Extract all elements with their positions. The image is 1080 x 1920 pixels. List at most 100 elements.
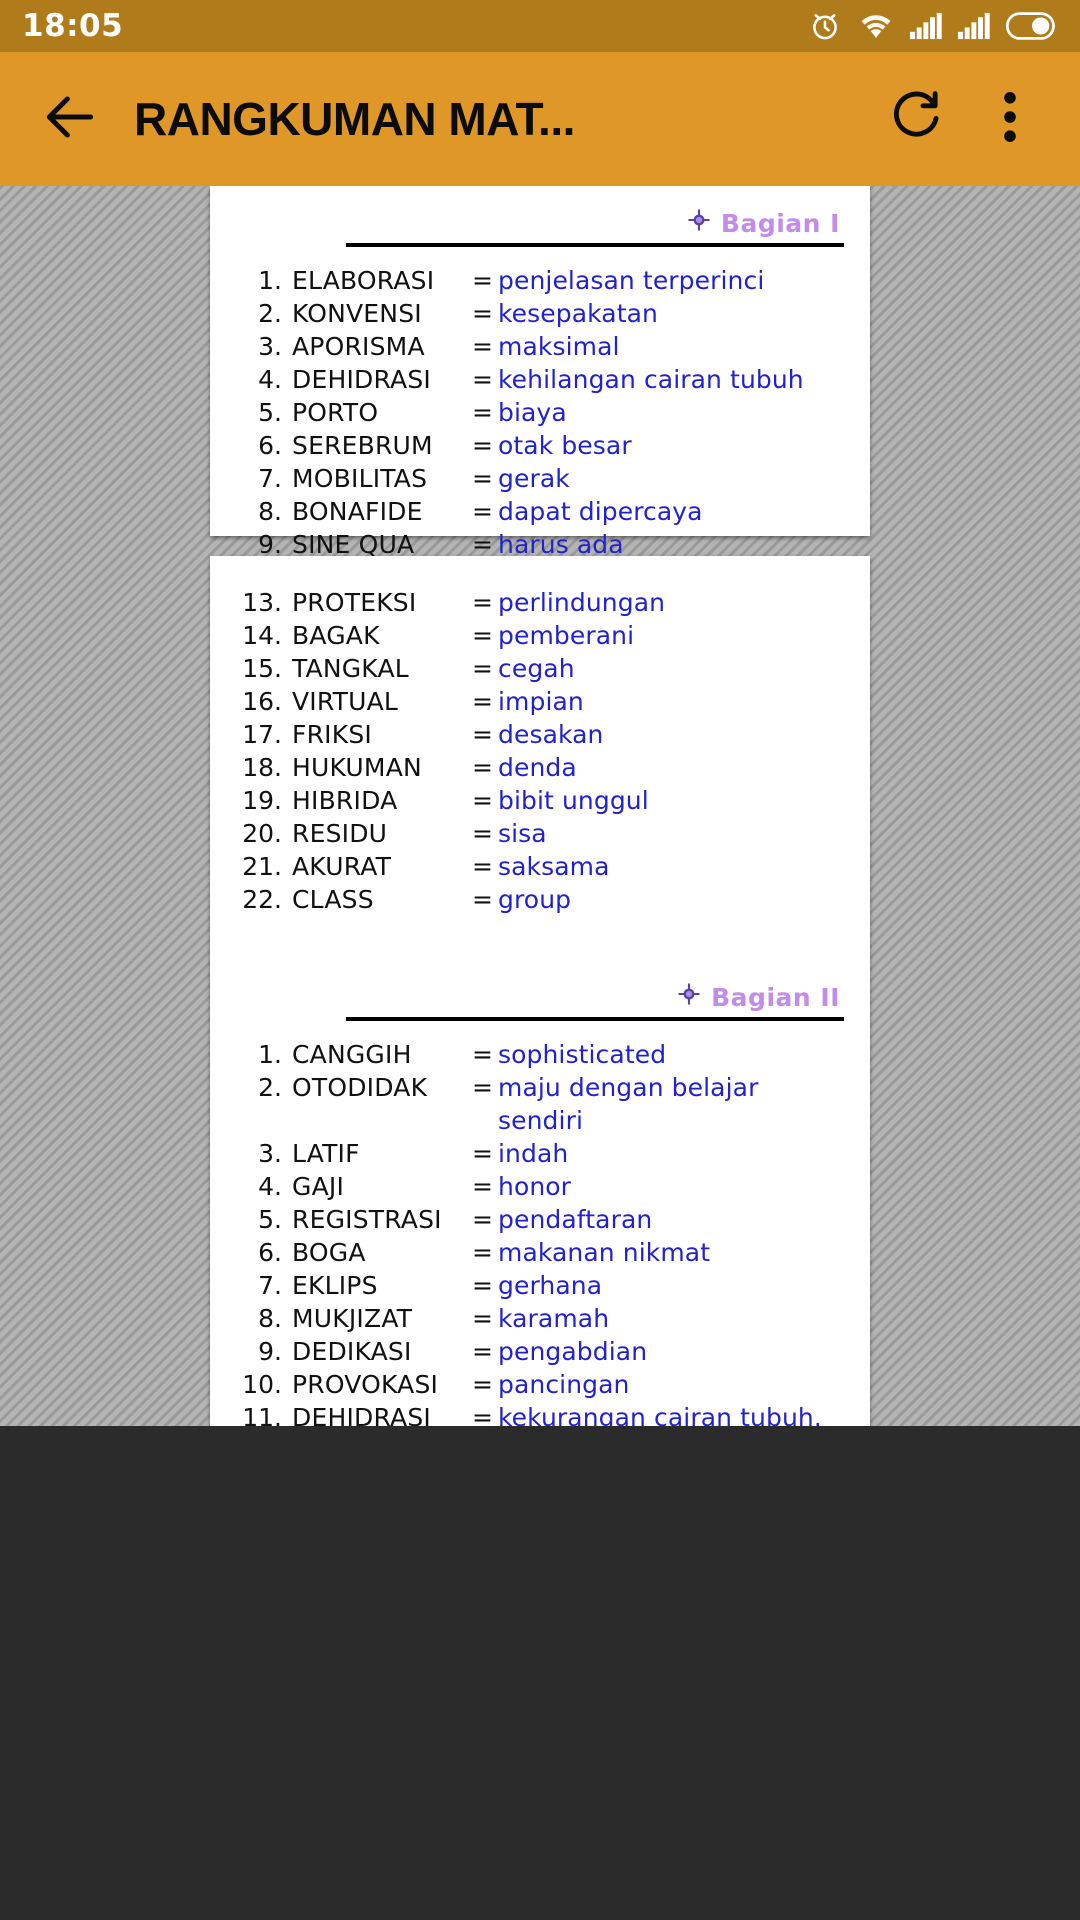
row-equals: = (472, 654, 493, 683)
table-row: 5. REGISTRASI = pendaftaran (236, 1203, 844, 1236)
row-number: 20. (242, 819, 282, 848)
row-term: DEDIKASI (292, 1337, 412, 1366)
refresh-icon (888, 89, 944, 149)
row-equals: = (472, 1238, 493, 1267)
table-row: 21. AKURAT = saksama (236, 850, 844, 883)
row-term: LATIF (292, 1139, 360, 1168)
row-equals: = (472, 1304, 493, 1333)
table-row: 4. GAJI = honor (236, 1170, 844, 1203)
slide-page: 13. PROTEKSI = perlindungan 14. BAGAK = … (210, 556, 870, 1426)
row-definition: sisa (498, 819, 547, 848)
row-equals: = (472, 1172, 493, 1201)
table-row: 20. RESIDU = sisa (236, 817, 844, 850)
row-number: 6. (258, 431, 282, 460)
app-bar-actions (874, 77, 1052, 161)
row-definition: pengabdian (498, 1337, 648, 1366)
section-rule (346, 243, 844, 247)
table-row: 8. MUKJIZAT = karamah (236, 1302, 844, 1335)
row-term: OTODIDAK (292, 1073, 428, 1102)
row-definition: desakan (498, 720, 604, 749)
table-row: 3. APORISMA = maksimal (236, 330, 844, 363)
row-term: PORTO (292, 398, 379, 427)
battery-icon (1006, 12, 1058, 40)
table-row: 19. HIBRIDA = bibit unggul (236, 784, 844, 817)
back-button[interactable] (28, 77, 112, 161)
document-viewer[interactable]: Bagian I 1. ELABORASI = penjelasan terpe… (0, 186, 1080, 1426)
target-bullet-icon (677, 982, 701, 1012)
row-definition: kekurangan cairan tubuh. (498, 1403, 822, 1426)
table-row: 18. HUKUMAN = denda (236, 751, 844, 784)
row-number: 18. (242, 753, 282, 782)
row-definition: otak besar (498, 431, 632, 460)
row-definition: sophisticated (498, 1040, 667, 1069)
table-row: 13. PROTEKSI = perlindungan (236, 586, 844, 619)
row-equals: = (472, 687, 493, 716)
row-number: 9. (258, 1337, 282, 1366)
row-term: MOBILITAS (292, 464, 428, 493)
refresh-button[interactable] (874, 77, 958, 161)
row-definition: biaya (498, 398, 567, 427)
row-equals: = (472, 720, 493, 749)
row-equals: = (472, 621, 493, 650)
row-equals: = (472, 588, 493, 617)
row-definition: pemberani (498, 621, 635, 650)
overflow-menu-button[interactable] (968, 77, 1052, 161)
table-row: 4. DEHIDRASI = kehilangan cairan tubuh (236, 363, 844, 396)
table-row: 17. FRIKSI = desakan (236, 718, 844, 751)
row-number: 7. (258, 1271, 282, 1300)
table-row: 8. BONAFIDE = dapat dipercaya (236, 495, 844, 528)
row-equals: = (472, 852, 493, 881)
page-title: RANGKUMAN MAT... (134, 93, 575, 145)
table-row: 9. DEDIKASI = pengabdian (236, 1335, 844, 1368)
row-term: GAJI (292, 1172, 345, 1201)
row-number: 15. (242, 654, 282, 683)
row-definition: pendaftaran (498, 1205, 653, 1234)
row-equals: = (472, 497, 493, 526)
row-term: BAGAK (292, 621, 380, 650)
row-equals: = (472, 332, 493, 361)
bottom-area (0, 1426, 1080, 1920)
row-definition: honor (498, 1172, 572, 1201)
row-number: 22. (242, 885, 282, 914)
row-term: AKURAT (292, 852, 392, 881)
row-number: 19. (242, 786, 282, 815)
row-definition: indah (498, 1139, 569, 1168)
row-equals: = (472, 464, 493, 493)
row-term: CLASS (292, 885, 374, 914)
row-equals: = (472, 1073, 493, 1102)
row-equals: = (472, 398, 493, 427)
row-definition: maksimal (498, 332, 620, 361)
row-number: 21. (242, 852, 282, 881)
row-equals: = (472, 365, 493, 394)
wifi-icon (858, 11, 894, 41)
table-row: 7. MOBILITAS = gerak (236, 462, 844, 495)
table-row: 6. BOGA = makanan nikmat (236, 1236, 844, 1269)
row-number: 8. (258, 1304, 282, 1333)
table-row: 5. PORTO = biaya (236, 396, 844, 429)
row-term: EKLIPS (292, 1271, 378, 1300)
row-term: BOGA (292, 1238, 366, 1267)
row-definition: maju dengan belajar sendiri (498, 1073, 759, 1135)
row-definition: denda (498, 753, 577, 782)
section-header-bagian-2: Bagian II (236, 982, 844, 1028)
more-vertical-icon (987, 89, 1033, 149)
section-label-text: Bagian II (711, 982, 840, 1012)
row-definition: perlindungan (498, 588, 666, 617)
table-row: 14. BAGAK = pemberani (236, 619, 844, 652)
row-number: 3. (258, 1139, 282, 1168)
row-term: SEREBRUM (292, 431, 433, 460)
row-equals: = (472, 885, 493, 914)
row-equals: = (472, 266, 493, 295)
row-definition: cegah (498, 654, 575, 683)
row-definition: group (498, 885, 572, 914)
row-equals: = (472, 1271, 493, 1300)
row-definition: kesepakatan (498, 299, 658, 328)
signal-1-icon (910, 12, 942, 40)
row-number: 8. (258, 497, 282, 526)
row-term: REGISTRASI (292, 1205, 442, 1234)
target-bullet-icon (687, 208, 711, 238)
row-number: 16. (242, 687, 282, 716)
row-equals: = (472, 753, 493, 782)
row-equals: = (472, 819, 493, 848)
row-number: 1. (258, 1040, 282, 1069)
